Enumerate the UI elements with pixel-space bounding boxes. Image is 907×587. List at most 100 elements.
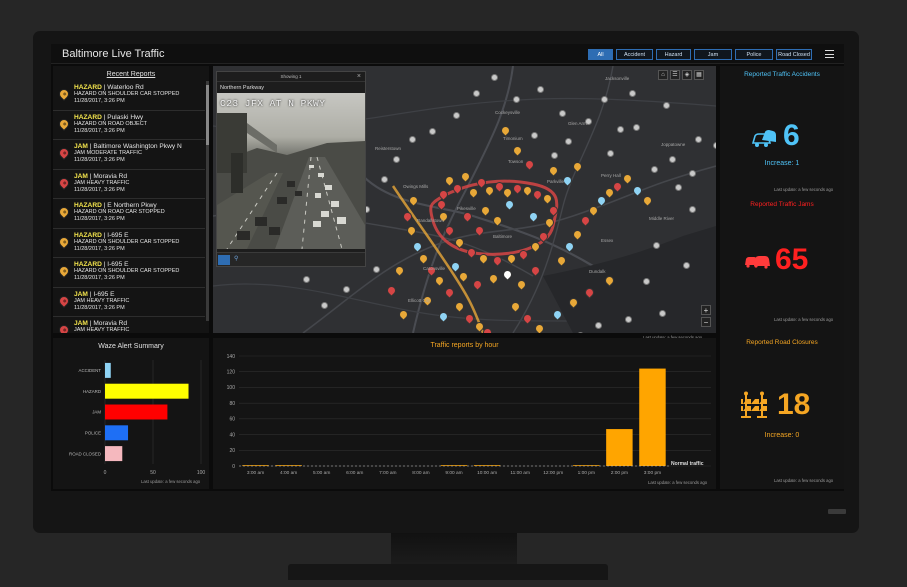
police-marker-icon[interactable]	[513, 96, 520, 103]
report-heading: HAZARD | E Northern Pkwy	[74, 202, 165, 209]
bar[interactable]	[606, 429, 633, 466]
filter-hazard-button[interactable]: Hazard	[656, 49, 691, 60]
report-type: HAZARD	[74, 113, 102, 121]
bar[interactable]	[105, 383, 189, 399]
map-label-perry-hall: Perry Hall	[601, 173, 621, 178]
report-item[interactable]: HAZARD | Waterloo Rd HAZARD ON SHOULDER C…	[53, 81, 205, 111]
police-marker-icon[interactable]	[601, 96, 608, 103]
filter-all-button[interactable]: All	[588, 49, 613, 60]
bar[interactable]	[639, 368, 666, 466]
police-marker-icon[interactable]	[629, 90, 636, 97]
police-marker-icon[interactable]	[689, 170, 696, 177]
police-marker-icon[interactable]	[409, 136, 416, 143]
police-marker-icon[interactable]	[653, 242, 660, 249]
police-marker-icon[interactable]	[651, 166, 658, 173]
report-item[interactable]: JAM | Moravia RdJAM HEAVY TRAFFIC11/28/2…	[53, 170, 205, 199]
filter-jam-button[interactable]: Jam	[694, 49, 732, 60]
report-item[interactable]: HAZARD | I-695 E HAZARD ON SHOULDER CAR S…	[53, 229, 205, 258]
report-item[interactable]: JAM | Moravia RdJAM HEAVY TRAFFIC11/28/2…	[53, 317, 205, 333]
report-heading: JAM | Moravia Rd	[74, 173, 129, 180]
basemap-icon[interactable]: ▦	[694, 70, 704, 80]
police-marker-icon[interactable]	[537, 86, 544, 93]
bar[interactable]	[105, 425, 129, 441]
x-tick-label: 4:00 am	[280, 470, 297, 476]
camera-location-name: Northern Parkway	[220, 85, 265, 91]
map-label-timonium: Timonium	[503, 136, 523, 141]
waze-bar-chart: 0 50 100 ACCIDENT HAZARD JAM POLICE ROAD CLOSED	[69, 360, 206, 476]
police-marker-icon[interactable]	[663, 102, 670, 109]
home-icon[interactable]: ⌂	[658, 70, 668, 80]
hamburger-menu-icon[interactable]	[825, 50, 834, 58]
x-tick-label: 1:00 pm	[578, 470, 595, 476]
police-marker-icon[interactable]	[713, 142, 716, 149]
bar[interactable]	[105, 362, 111, 378]
filter-bar: All Accident Hazard Jam Police Road Clos…	[588, 49, 812, 60]
police-marker-icon[interactable]	[393, 156, 400, 163]
police-marker-icon[interactable]	[695, 136, 702, 143]
police-marker-icon[interactable]	[531, 132, 538, 139]
police-marker-icon[interactable]	[559, 110, 566, 117]
zoom-to-icon[interactable]: ⚲	[234, 255, 238, 262]
police-marker-icon[interactable]	[607, 150, 614, 157]
report-time: 11/28/2017, 3:26 PM	[74, 186, 125, 193]
camera-action-button[interactable]	[218, 255, 230, 265]
map-label-glen-arm: Glen Arm	[568, 121, 587, 126]
y-tick-label: 140	[227, 354, 236, 360]
category-label: ACCIDENT	[79, 368, 102, 373]
police-marker-icon[interactable]	[675, 184, 682, 191]
map-toolbar: ⌂ ☰ ◈ ▦	[658, 70, 704, 80]
accidents-last-update: Last update: a few seconds ago	[774, 187, 834, 192]
police-marker-icon[interactable]	[643, 278, 650, 285]
legend-icon[interactable]: ☰	[670, 70, 680, 80]
police-marker-icon[interactable]	[689, 206, 696, 213]
police-marker-icon[interactable]	[565, 138, 572, 145]
waze-summary-panel: Waze Alert Summary 0 50 100 ACCIDENT HAZARD J…	[53, 338, 209, 489]
police-marker-icon[interactable]	[381, 176, 388, 183]
police-marker-icon[interactable]	[659, 310, 666, 317]
layers-icon[interactable]: ◈	[682, 70, 692, 80]
police-marker-icon[interactable]	[551, 152, 558, 159]
police-marker-icon[interactable]	[473, 90, 480, 97]
close-icon[interactable]: ×	[357, 73, 361, 80]
police-marker-icon[interactable]	[373, 266, 380, 273]
filter-road-closed-button[interactable]: Road Closed	[776, 49, 812, 60]
report-time: 11/28/2017, 3:26 PM	[74, 127, 125, 134]
report-heading: HAZARD | I-695 E	[74, 232, 179, 239]
zoom-in-icon[interactable]: +	[701, 305, 711, 315]
bar[interactable]	[105, 404, 168, 420]
police-marker-icon[interactable]	[633, 124, 640, 131]
report-item[interactable]: HAZARD | E Northern Pkwy HAZARD ON ROAD C…	[53, 199, 205, 229]
police-marker-icon[interactable]	[577, 332, 584, 333]
police-marker-icon[interactable]	[429, 128, 436, 135]
filter-police-button[interactable]: Police	[735, 49, 773, 60]
police-marker-icon[interactable]	[683, 262, 690, 269]
report-time: 11/28/2017, 3:26 PM	[74, 245, 125, 252]
dashboard-title: Baltimore Live Traffic	[62, 48, 165, 60]
police-marker-icon[interactable]	[453, 112, 460, 119]
category-label: POLICE	[85, 431, 101, 436]
police-marker-icon[interactable]	[303, 276, 310, 283]
recent-reports-title: Recent Reports	[106, 71, 156, 78]
police-marker-icon[interactable]	[491, 74, 498, 81]
police-marker-icon[interactable]	[595, 322, 602, 329]
x-tick-label: 9:00 am	[445, 470, 462, 476]
report-item[interactable]: HAZARD | Pulaski Hwy HAZARD ON ROAD OBJEC…	[53, 111, 205, 140]
x-tick-label: 10:00 am	[477, 470, 497, 476]
police-marker-icon[interactable]	[625, 316, 632, 323]
report-heading: HAZARD | Waterloo Rd	[74, 84, 179, 91]
report-item[interactable]: JAM | Baltimore Washington Pkwy N JAM MOD…	[53, 140, 205, 170]
police-marker-icon[interactable]	[343, 286, 350, 293]
filter-accident-button[interactable]: Accident	[616, 49, 653, 60]
police-marker-icon[interactable]	[669, 156, 676, 163]
report-detail: JAM MODERATE TRAFFIC	[74, 150, 142, 157]
zoom-out-icon[interactable]: −	[701, 317, 711, 327]
police-marker-icon[interactable]	[321, 302, 328, 309]
police-marker-icon[interactable]	[617, 126, 624, 133]
report-list-scrollbar[interactable]	[206, 81, 209, 321]
report-location: I-695 E	[107, 231, 129, 239]
report-item[interactable]: JAM | I-695 E JAM HEAVY TRAFFIC 11/28/2017…	[53, 288, 205, 317]
report-item[interactable]: HAZARD | I-695 E HAZARD ON SHOULDER CAR S…	[53, 258, 205, 288]
bar[interactable]	[105, 446, 123, 462]
x-tick-label: 100	[197, 470, 206, 476]
report-text: HAZARD | E Northern Pkwy HAZARD ON ROAD C…	[74, 202, 165, 224]
